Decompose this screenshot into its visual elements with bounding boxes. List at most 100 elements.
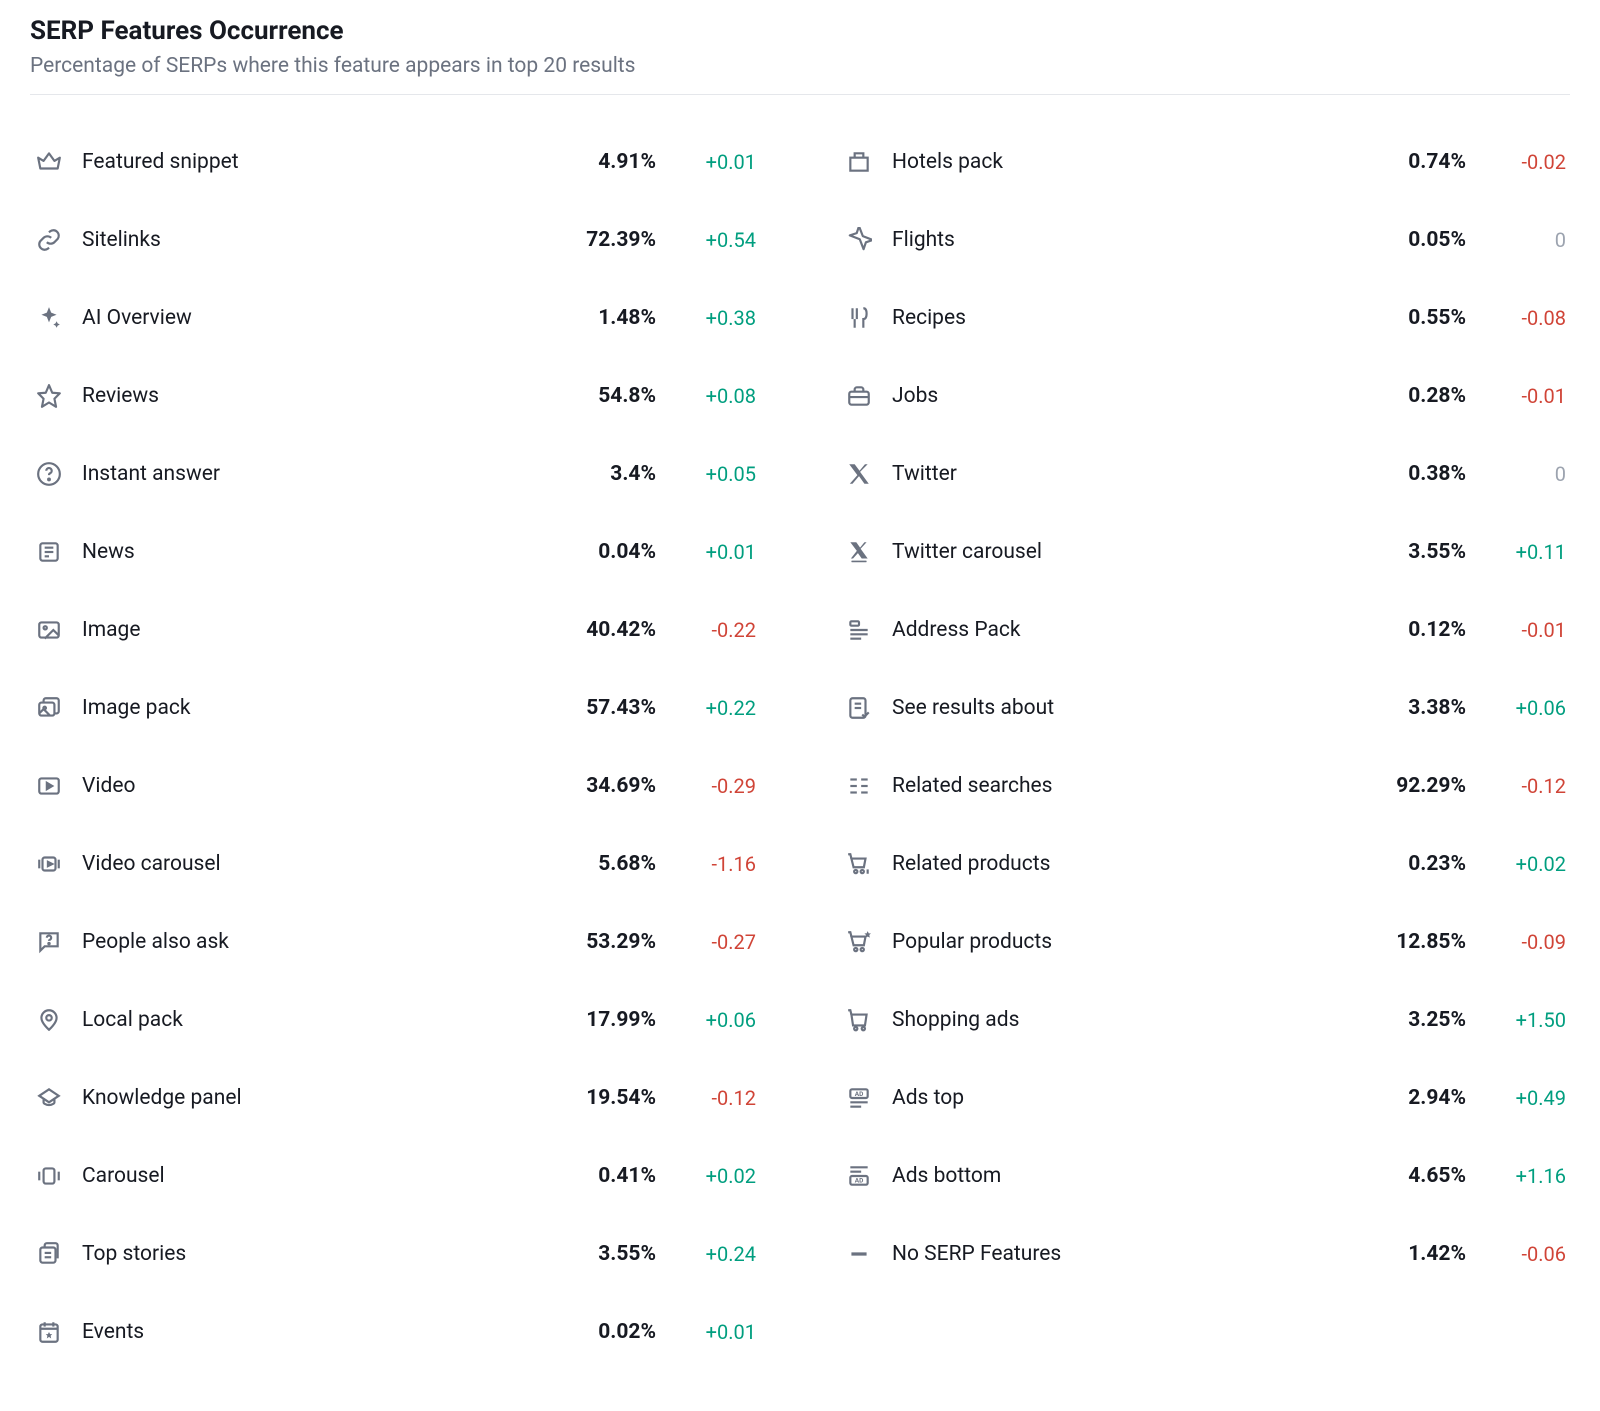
- recipes-icon: [844, 303, 874, 333]
- feature-row[interactable]: Featured snippet4.91%+0.01: [30, 123, 760, 201]
- feature-row[interactable]: Reviews54.8%+0.08: [30, 357, 760, 435]
- feature-delta: +0.08: [656, 384, 756, 408]
- video-carousel-icon: [34, 849, 64, 879]
- feature-delta: -0.27: [656, 930, 756, 954]
- news-icon: [34, 537, 64, 567]
- feature-row[interactable]: News0.04%+0.01: [30, 513, 760, 591]
- feature-row[interactable]: AI Overview1.48%+0.38: [30, 279, 760, 357]
- feature-row[interactable]: No SERP Features1.42%-0.06: [840, 1215, 1570, 1293]
- feature-percentage: 5.68%: [526, 852, 656, 876]
- feature-row[interactable]: Top stories3.55%+0.24: [30, 1215, 760, 1293]
- feature-delta: -0.06: [1466, 1242, 1566, 1266]
- feature-row[interactable]: Events0.02%+0.01: [30, 1293, 760, 1371]
- shopping-icon: [844, 1005, 874, 1035]
- feature-label: Popular products: [892, 930, 1336, 954]
- feature-label: Recipes: [892, 306, 1336, 330]
- address-icon: [844, 615, 874, 645]
- feature-percentage: 2.94%: [1336, 1086, 1466, 1110]
- feature-row[interactable]: Knowledge panel19.54%-0.12: [30, 1059, 760, 1137]
- feature-percentage: 92.29%: [1336, 774, 1466, 798]
- feature-label: Image pack: [82, 696, 526, 720]
- feature-row[interactable]: People also ask53.29%-0.27: [30, 903, 760, 981]
- link-icon: [34, 225, 64, 255]
- feature-label: Instant answer: [82, 462, 526, 486]
- feature-percentage: 54.8%: [526, 384, 656, 408]
- feature-label: Related products: [892, 852, 1336, 876]
- feature-label: Hotels pack: [892, 150, 1336, 174]
- feature-row[interactable]: Shopping ads3.25%+1.50: [840, 981, 1570, 1059]
- image-icon: [34, 615, 64, 645]
- feature-row[interactable]: Instant answer3.4%+0.05: [30, 435, 760, 513]
- feature-row[interactable]: Hotels pack0.74%-0.02: [840, 123, 1570, 201]
- feature-percentage: 53.29%: [526, 930, 656, 954]
- features-right-column: Hotels pack0.74%-0.02Flights0.05%0Recipe…: [840, 123, 1570, 1371]
- feature-label: Local pack: [82, 1008, 526, 1032]
- feature-row[interactable]: Twitter0.38%0: [840, 435, 1570, 513]
- feature-percentage: 0.02%: [526, 1320, 656, 1344]
- feature-percentage: 4.65%: [1336, 1164, 1466, 1188]
- feature-delta: -0.12: [1466, 774, 1566, 798]
- twitter-icon: [844, 459, 874, 489]
- knowledge-icon: [34, 1083, 64, 1113]
- feature-label: Video carousel: [82, 852, 526, 876]
- feature-delta: +0.01: [656, 1320, 756, 1344]
- flights-icon: [844, 225, 874, 255]
- feature-row[interactable]: Carousel0.41%+0.02: [30, 1137, 760, 1215]
- feature-label: Top stories: [82, 1242, 526, 1266]
- feature-label: No SERP Features: [892, 1242, 1336, 1266]
- feature-delta: -0.12: [656, 1086, 756, 1110]
- feature-delta: -0.22: [656, 618, 756, 642]
- feature-row[interactable]: Video carousel5.68%-1.16: [30, 825, 760, 903]
- feature-row[interactable]: Jobs0.28%-0.01: [840, 357, 1570, 435]
- feature-row[interactable]: Related products0.23%+0.02: [840, 825, 1570, 903]
- feature-row[interactable]: Video34.69%-0.29: [30, 747, 760, 825]
- feature-row[interactable]: Popular products12.85%-0.09: [840, 903, 1570, 981]
- feature-row[interactable]: Address Pack0.12%-0.01: [840, 591, 1570, 669]
- feature-label: People also ask: [82, 930, 526, 954]
- feature-label: See results about: [892, 696, 1336, 720]
- feature-delta: +0.38: [656, 306, 756, 330]
- feature-delta: +1.16: [1466, 1164, 1566, 1188]
- serp-features-panel: SERP Features Occurrence Percentage of S…: [0, 0, 1600, 1411]
- feature-row[interactable]: Recipes0.55%-0.08: [840, 279, 1570, 357]
- feature-delta: +0.05: [656, 462, 756, 486]
- feature-delta: +0.06: [656, 1008, 756, 1032]
- feature-label: Ads bottom: [892, 1164, 1336, 1188]
- feature-percentage: 3.55%: [1336, 540, 1466, 564]
- feature-delta: +0.02: [656, 1164, 756, 1188]
- feature-delta: +0.11: [1466, 540, 1566, 564]
- feature-percentage: 0.28%: [1336, 384, 1466, 408]
- feature-label: Twitter carousel: [892, 540, 1336, 564]
- feature-row[interactable]: AD Ads bottom4.65%+1.16: [840, 1137, 1570, 1215]
- feature-row[interactable]: ADAds top2.94%+0.49: [840, 1059, 1570, 1137]
- top-stories-icon: [34, 1239, 64, 1269]
- feature-delta: +0.01: [656, 150, 756, 174]
- feature-delta: -0.08: [1466, 306, 1566, 330]
- video-icon: [34, 771, 64, 801]
- svg-text:AD: AD: [855, 1177, 864, 1185]
- feature-percentage: 3.4%: [526, 462, 656, 486]
- feature-percentage: 3.38%: [1336, 696, 1466, 720]
- feature-row[interactable]: Related searches92.29%-0.12: [840, 747, 1570, 825]
- panel-header: SERP Features Occurrence Percentage of S…: [30, 16, 1570, 95]
- feature-row[interactable]: Sitelinks72.39%+0.54: [30, 201, 760, 279]
- feature-row[interactable]: Flights0.05%0: [840, 201, 1570, 279]
- feature-label: Image: [82, 618, 526, 642]
- feature-label: News: [82, 540, 526, 564]
- feature-label: Carousel: [82, 1164, 526, 1188]
- feature-row[interactable]: Image pack57.43%+0.22: [30, 669, 760, 747]
- feature-row[interactable]: See results about3.38%+0.06: [840, 669, 1570, 747]
- features-left-column: Featured snippet4.91%+0.01Sitelinks72.39…: [30, 123, 760, 1371]
- twitter-carousel-icon: [844, 537, 874, 567]
- sparkle-icon: [34, 303, 64, 333]
- related-searches-icon: [844, 771, 874, 801]
- feature-delta: -1.16: [656, 852, 756, 876]
- feature-delta: 0: [1466, 462, 1566, 486]
- feature-row[interactable]: Local pack17.99%+0.06: [30, 981, 760, 1059]
- feature-label: Shopping ads: [892, 1008, 1336, 1032]
- feature-row[interactable]: Twitter carousel3.55%+0.11: [840, 513, 1570, 591]
- feature-percentage: 0.55%: [1336, 306, 1466, 330]
- feature-row[interactable]: Image40.42%-0.22: [30, 591, 760, 669]
- ads-bottom-icon: AD: [844, 1161, 874, 1191]
- feature-delta: -0.02: [1466, 150, 1566, 174]
